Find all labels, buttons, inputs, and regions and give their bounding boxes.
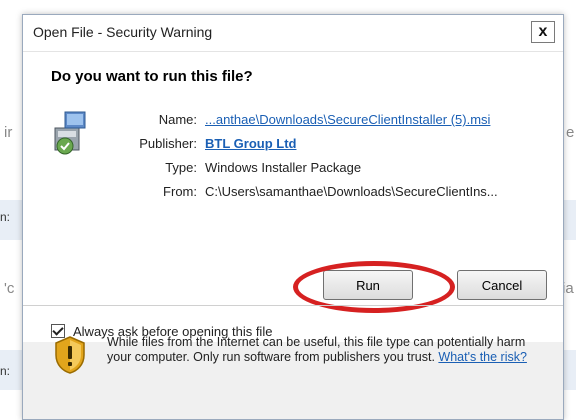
run-question: Do you want to run this file? (51, 68, 253, 85)
from-row: From: C:\Users\samanthae\Downloads\Secur… (93, 184, 553, 204)
from-label: From: (163, 184, 197, 199)
close-button[interactable]: x (531, 21, 555, 43)
background-text: e (566, 124, 575, 141)
background-text: n: (0, 364, 11, 378)
background-text: 'c (4, 280, 15, 297)
installer-package-icon (54, 111, 86, 155)
file-name-link[interactable]: ...anthae\Downloads\SecureClientInstalle… (205, 112, 490, 127)
from-value: C:\Users\samanthae\Downloads\SecureClien… (205, 184, 498, 199)
cancel-button[interactable]: Cancel (457, 270, 547, 300)
dialog-title: Open File - Security Warning (33, 24, 213, 40)
publisher-link[interactable]: BTL Group Ltd (205, 136, 296, 151)
divider (23, 305, 563, 306)
run-button[interactable]: Run (323, 270, 413, 300)
security-warning-dialog: Open File - Security Warning x Do you wa… (22, 14, 564, 420)
background-text: n: (0, 210, 11, 224)
warning-message: While files from the Internet can be use… (107, 335, 527, 365)
dialog-body: Do you want to run this file? Name: ...a… (23, 52, 563, 342)
publisher-label: Publisher: (139, 136, 197, 151)
whats-the-risk-link[interactable]: What's the risk? (438, 350, 527, 364)
security-shield-icon (55, 336, 85, 374)
warning-section: While files from the Internet can be use… (23, 315, 563, 405)
type-row: Type: Windows Installer Package (93, 160, 553, 180)
type-label: Type: (165, 160, 197, 175)
background-text: ir (4, 124, 13, 141)
type-value: Windows Installer Package (205, 160, 362, 175)
title-bar[interactable]: Open File - Security Warning x (23, 15, 563, 52)
name-row: Name: ...anthae\Downloads\SecureClientIn… (93, 112, 553, 132)
publisher-row: Publisher: BTL Group Ltd (93, 136, 553, 156)
name-label: Name: (158, 112, 197, 127)
